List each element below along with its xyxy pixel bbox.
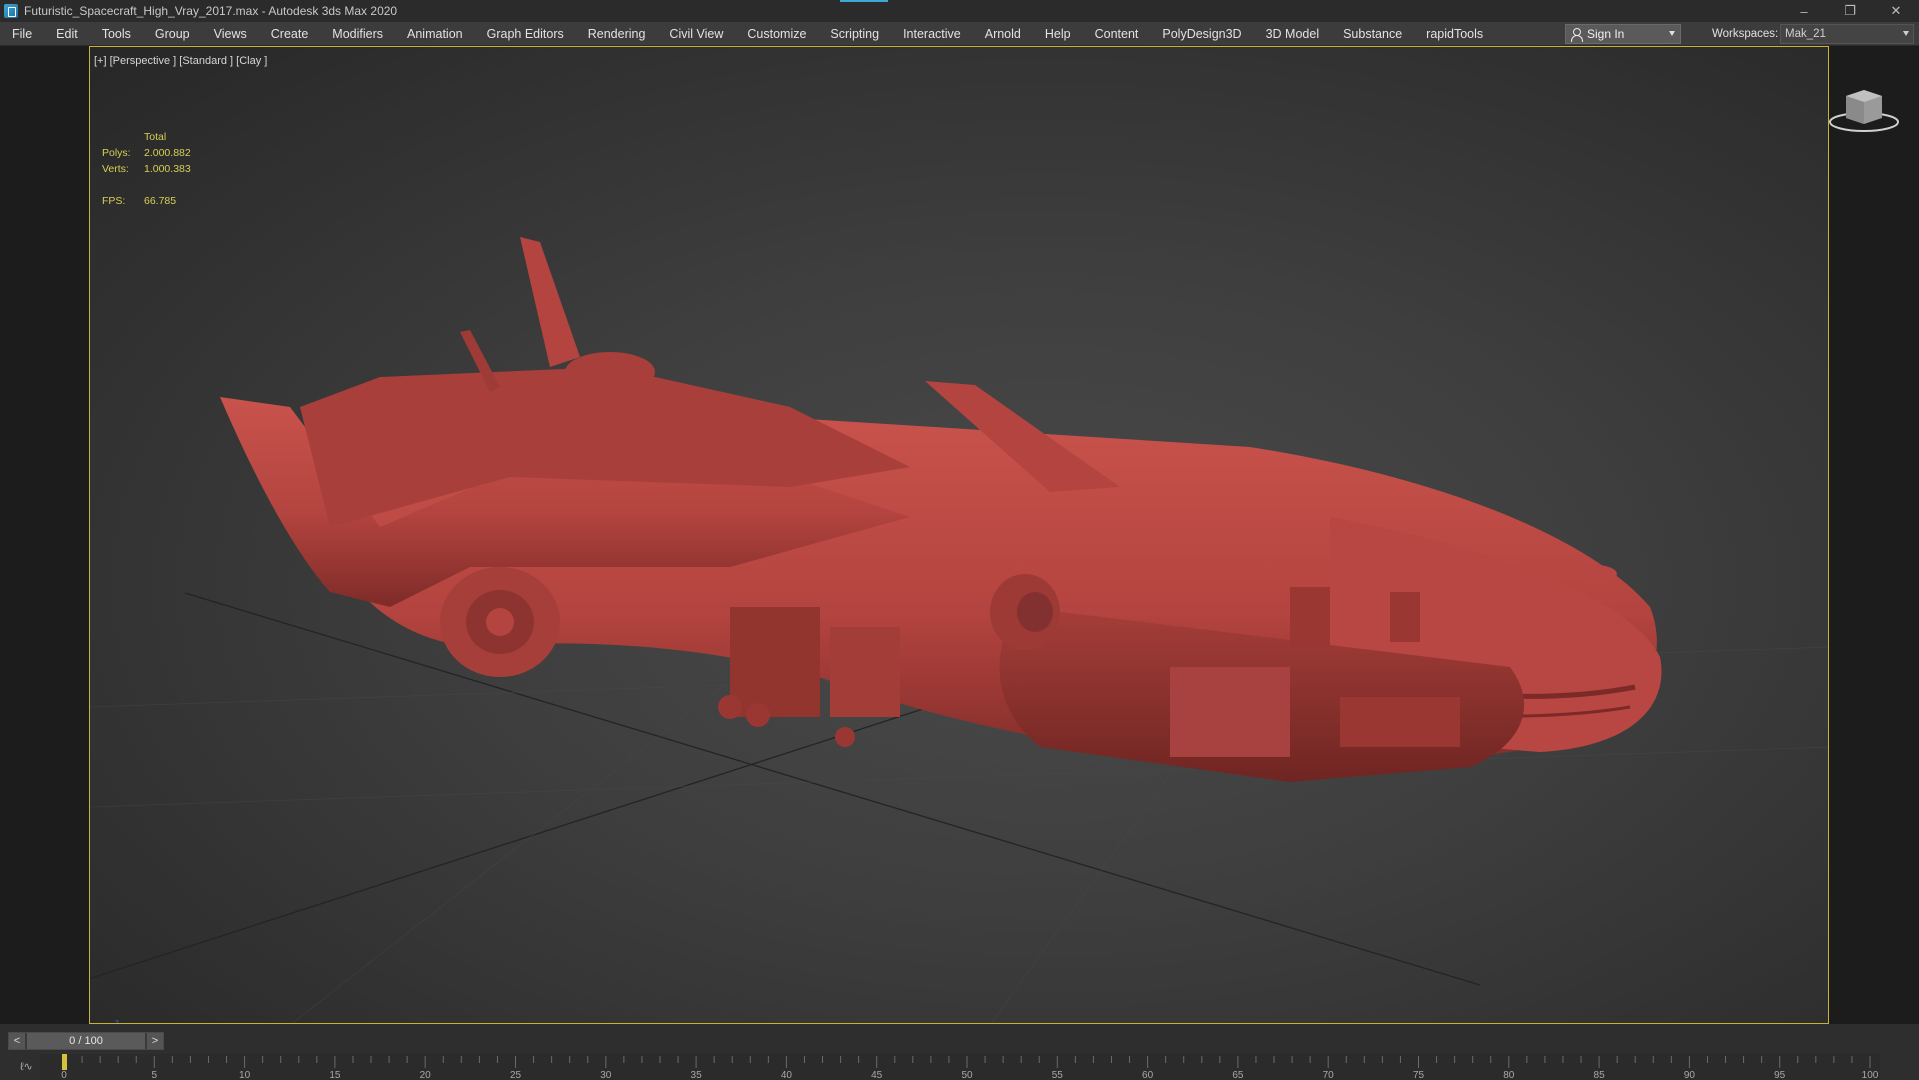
frame-tick-label: 35 [691,1070,703,1080]
menu-scripting[interactable]: Scripting [818,22,891,46]
sign-in-label: Sign In [1587,27,1625,41]
menu-graph-editors[interactable]: Graph Editors [475,22,576,46]
menu-rapidtools[interactable]: rapidTools [1414,22,1495,46]
frame-tick-label: 75 [1413,1070,1425,1080]
frame-tick-label: 15 [329,1070,341,1080]
fps-label: FPS: [102,195,126,207]
app-window: Futuristic_Spacecraft_High_Vray_2017.max… [0,0,1919,1080]
frame-tick-label: 20 [420,1070,432,1080]
workspaces-label: Workspaces: [1712,28,1779,40]
stats-header: Total [144,131,167,143]
menu-group[interactable]: Group [143,22,202,46]
sign-in-button[interactable]: Sign In [1565,24,1681,44]
frame-tick-label: 30 [600,1070,612,1080]
frame-tick-label: 45 [871,1070,883,1080]
restore-button[interactable]: ❐ [1827,0,1873,22]
menu-civil-view[interactable]: Civil View [657,22,735,46]
frame-tick-label: 65 [1232,1070,1244,1080]
right-panel [1829,46,1919,1024]
frame-tick-label: 40 [781,1070,793,1080]
menu-items: File Edit Tools Group Views Create Modifiers An… [0,22,1495,46]
frame-tick-label: 5 [152,1070,158,1080]
user-icon [1570,27,1583,42]
menu-substance[interactable]: Substance [1331,22,1414,46]
viewcube-icon[interactable] [1826,84,1902,134]
scene-render [90,237,1828,1023]
menu-tools[interactable]: Tools [90,22,143,46]
chevron-down-icon [1903,31,1909,36]
frame-tick-label: 50 [961,1070,973,1080]
menu-customize[interactable]: Customize [735,22,818,46]
track-bar[interactable]: 0 5 10 15 20 25 30 35 40 45 50 55 60 65 70 75 80 85 90 95 10… [40,1054,1880,1080]
title-progress-indicator [840,0,888,2]
title-bar: Futuristic_Spacecraft_High_Vray_2017.max… [0,0,1919,22]
menu-animation[interactable]: Animation [395,22,475,46]
menu-modifiers[interactable]: Modifiers [320,22,395,46]
menu-3d-model[interactable]: 3D Model [1254,22,1332,46]
menu-interactive[interactable]: Interactive [891,22,973,46]
frame-tick-label: 100 [1862,1070,1879,1080]
axis-tripod-icon: z x y [115,1018,119,1023]
menu-bar: File Edit Tools Group Views Create Modifiers An… [0,22,1919,46]
prev-frame-button[interactable]: < [9,1033,25,1049]
frame-tick-label: 55 [1052,1070,1064,1080]
frame-tick-label: 95 [1774,1070,1786,1080]
fps-value: 66.785 [144,195,177,207]
verts-value: 1.000.383 [144,163,191,175]
close-button[interactable]: ✕ [1873,0,1919,22]
frame-tick-label: 80 [1503,1070,1515,1080]
workspace-value: Mak_21 [1785,28,1826,40]
perspective-viewport[interactable]: [+] [Perspective ] [Standard ] [Clay ] T… [89,46,1829,1024]
frame-tick-label: 70 [1323,1070,1335,1080]
frame-display[interactable]: 0 / 100 [27,1033,145,1049]
main-area: [+] [Perspective ] [Standard ] [Clay ] T… [0,46,1919,1024]
3dsmax-app-icon [4,4,18,18]
menu-create[interactable]: Create [259,22,321,46]
menu-arnold[interactable]: Arnold [973,22,1033,46]
viewport-label[interactable]: [+] [Perspective ] [Standard ] [Clay ] [94,55,267,67]
frame-tick-label: 85 [1594,1070,1606,1080]
next-frame-button[interactable]: > [147,1033,163,1049]
curve-editor-icon[interactable]: ℓ∿ [20,1060,38,1076]
workspace-select[interactable]: Mak_21 [1780,24,1914,44]
frame-tick-label: 10 [239,1070,251,1080]
current-frame-marker[interactable] [62,1054,67,1070]
chevron-down-icon [1669,31,1675,36]
menu-views[interactable]: Views [202,22,259,46]
polys-label: Polys: [102,147,131,159]
polys-value: 2.000.882 [144,147,191,159]
frame-tick-label: 25 [510,1070,522,1080]
menu-polydesign3d[interactable]: PolyDesign3D [1150,22,1253,46]
time-slider[interactable]: < 0 / 100 > [8,1032,164,1050]
frame-tick-label: 0 [61,1070,67,1080]
verts-label: Verts: [102,163,129,175]
timeline-bar: < 0 / 100 > ℓ∿ 0 5 10 15 20 25 30 35 40 45 50 55 60 6… [0,1024,1919,1080]
frame-tick-label: 60 [1142,1070,1154,1080]
minimize-button[interactable]: – [1781,0,1827,22]
menu-rendering[interactable]: Rendering [576,22,658,46]
menu-content[interactable]: Content [1083,22,1151,46]
spacecraft-model [220,237,1662,782]
menu-edit[interactable]: Edit [44,22,90,46]
window-title: Futuristic_Spacecraft_High_Vray_2017.max… [24,4,398,18]
menu-file[interactable]: File [6,22,44,46]
left-panel [0,46,89,1024]
frame-tick-label: 90 [1684,1070,1696,1080]
menu-help[interactable]: Help [1033,22,1083,46]
viewport-statistics: Total Polys: 2.000.882 Verts: 1.000.383 … [102,129,191,209]
